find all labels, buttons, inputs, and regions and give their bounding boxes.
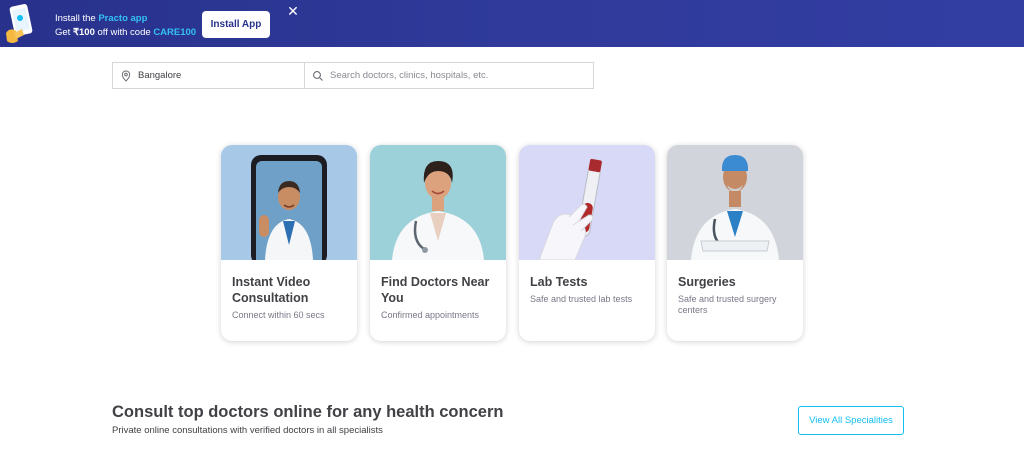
banner-message: Install the Practo app Get ₹100 off with… [55,12,196,40]
banner-promo-code: CARE100 [153,27,197,38]
banner-app-name: Practo app [98,13,148,24]
phone-app-icon [6,4,33,43]
banner-line2-prefix: Get [55,27,73,38]
card-subtitle: Safe and trusted surgery centers [678,294,777,315]
card-subtitle: Safe and trusted lab tests [530,294,633,304]
install-app-button[interactable]: Install App [202,11,270,38]
section-subtitle: Private online consultations with verifi… [112,425,383,436]
card-instant-video-consultation[interactable]: Instant Video Consultation Connect withi… [221,145,357,341]
surgeon-illustration [667,145,803,260]
video-consultation-illustration [221,145,357,260]
app-install-banner: Install the Practo app Get ₹100 off with… [0,0,1024,47]
location-pin-icon [121,69,131,82]
query-field[interactable] [305,63,593,88]
card-subtitle: Connect within 60 secs [232,310,325,320]
card-title: Find Doctors Near You [381,275,490,305]
location-field[interactable] [113,63,305,88]
search-input[interactable] [330,63,593,88]
card-subtitle: Confirmed appointments [381,310,480,320]
card-surgeries[interactable]: Surgeries Safe and trusted surgery cente… [667,145,803,341]
card-lab-tests[interactable]: Lab Tests Safe and trusted lab tests [519,145,655,341]
card-find-doctors-near-you[interactable]: Find Doctors Near You Confirmed appointm… [370,145,506,341]
banner-discount-amount: ₹100 [72,27,95,38]
search-bar [112,62,594,89]
doctor-illustration [370,145,506,260]
lab-tube-illustration [519,145,655,260]
banner-line2-mid: off with code [94,27,154,38]
close-icon[interactable]: ✕ [287,4,299,18]
location-input[interactable] [138,63,304,88]
card-title: Surgeries [678,275,736,289]
banner-line1-prefix: Install the [55,13,99,24]
search-icon [313,70,323,81]
banner-line-1: Install the Practo app [55,12,196,26]
card-title: Lab Tests [530,275,588,289]
view-all-specialities-button[interactable]: View All Specialities [798,406,904,435]
banner-line-2: Get ₹100 off with code CARE100 [55,26,196,40]
card-title: Instant Video Consultation [232,275,311,305]
section-title: Consult top doctors online for any healt… [112,403,504,421]
